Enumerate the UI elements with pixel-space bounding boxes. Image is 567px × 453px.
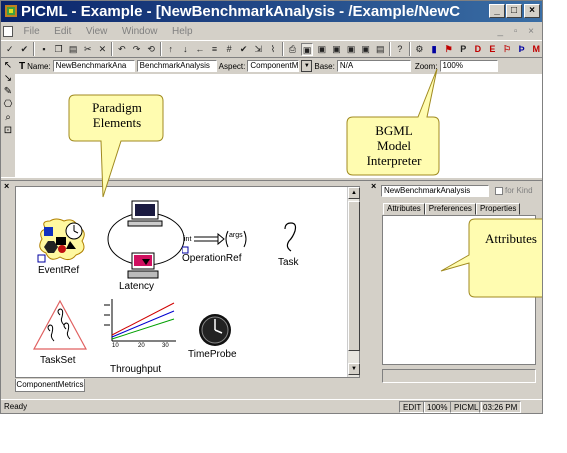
status-text: Ready — [4, 402, 28, 411]
interpreter-callout-text: BGML Model Interpreter — [355, 123, 433, 168]
status-bar: Ready EDIT 100% PICML 03:26 PM — [1, 399, 542, 413]
callout-line: Elements — [92, 115, 142, 130]
status-mode: EDIT — [399, 401, 426, 413]
status-paradigm: PICML — [450, 401, 483, 413]
callout-line: Model — [377, 138, 411, 153]
callout-line: BGML — [375, 123, 413, 138]
callout-line: Paradigm — [92, 100, 142, 115]
status-zoom: 100% — [423, 401, 452, 413]
paradigm-callout-text: Paradigm Elements — [85, 100, 149, 130]
status-time: 03:26 PM — [479, 401, 522, 413]
picml-window: PICML - Example - [NewBenchmarkAnalysis … — [0, 0, 543, 414]
callout-line: Attributes — [485, 231, 537, 246]
callout-line: Interpreter — [366, 153, 422, 168]
annotation-callouts — [68, 68, 542, 298]
attributes-callout-text: Attributes — [479, 231, 542, 246]
